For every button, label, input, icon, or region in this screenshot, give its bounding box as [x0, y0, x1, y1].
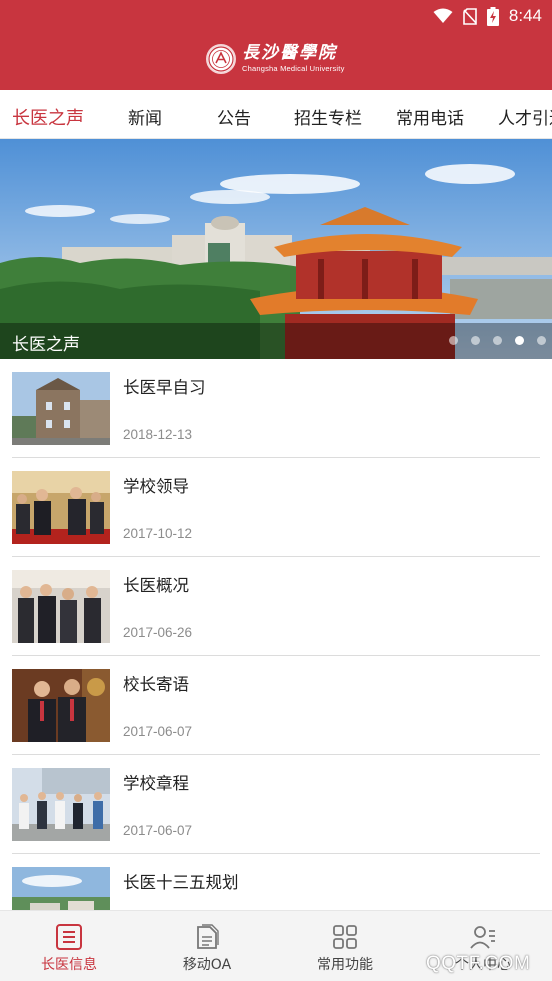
logo-name-en: Changsha Medical University	[242, 64, 345, 74]
news-list-icon	[56, 924, 82, 950]
list-item[interactable]: 校长寄语 2017-06-07	[12, 656, 540, 755]
list-item[interactable]: 长医概况 2017-06-26	[12, 557, 540, 656]
logo-name-cn: 長沙醫學院	[242, 43, 337, 64]
tab-talent-recruitment[interactable]: 人才引进	[498, 104, 552, 129]
thumbnail-image	[12, 570, 110, 643]
news-date: 2017-06-26	[123, 625, 193, 640]
nav-label: 移动OA	[182, 957, 232, 973]
news-title: 长医早自习	[123, 378, 206, 397]
tab-admissions[interactable]: 招生专栏	[294, 104, 362, 129]
thumbnail-image	[12, 669, 110, 742]
document-icon	[197, 924, 219, 949]
status-bar: 8:44	[433, 4, 542, 28]
list-item[interactable]: 长医早自习 2018-12-13	[12, 359, 540, 458]
news-list: 长医早自习 2018-12-13 学校领导 2017-10-12 长医概况 20…	[0, 359, 552, 910]
thumbnail-image	[12, 471, 110, 544]
news-title: 长医概况	[123, 576, 189, 595]
nav-mobile-oa[interactable]: 移动OA	[138, 911, 276, 981]
nav-cmu-info[interactable]: 长医信息	[0, 911, 138, 981]
thumbnail-image	[12, 867, 110, 910]
thumbnail-image	[12, 372, 110, 445]
logo-seal-icon	[206, 44, 236, 74]
carousel-dot[interactable]	[537, 336, 546, 345]
status-time: 8:44	[508, 6, 542, 25]
battery-charging-icon	[486, 6, 499, 26]
news-date: 2017-06-07	[123, 724, 193, 739]
university-logo: 長沙醫學院 Changsha Medical University	[206, 44, 345, 74]
carousel-dot[interactable]	[471, 336, 480, 345]
news-title: 校长寄语	[123, 675, 189, 694]
thumbnail-image	[12, 768, 110, 841]
nav-common-functions[interactable]: 常用功能	[276, 911, 414, 981]
tab-announcements[interactable]: 公告	[217, 104, 251, 129]
news-title: 学校章程	[123, 774, 189, 793]
tab-cmu-voice[interactable]: 长医之声	[12, 104, 84, 130]
news-date: 2017-06-07	[123, 823, 193, 838]
list-item[interactable]: 长医十三五规划	[12, 854, 540, 910]
carousel-dot[interactable]	[449, 336, 458, 345]
tab-news[interactable]: 新闻	[128, 104, 162, 129]
news-title: 长医十三五规划	[123, 873, 239, 892]
list-item[interactable]: 学校章程 2017-06-07	[12, 755, 540, 854]
banner-caption: 长医之声	[12, 335, 80, 355]
list-item[interactable]: 学校领导 2017-10-12	[12, 458, 540, 557]
user-profile-icon	[470, 926, 495, 949]
news-date: 2018-12-13	[123, 427, 193, 442]
grid-icon	[333, 925, 357, 949]
banner-caption-bar: 长医之声	[0, 323, 552, 359]
news-date: 2017-10-12	[123, 526, 193, 541]
nav-label: 常用功能	[317, 957, 373, 973]
tab-phone-directory[interactable]: 常用电话	[396, 104, 464, 129]
carousel-indicator	[449, 336, 546, 345]
wifi-icon	[433, 8, 453, 23]
carousel-dot-active[interactable]	[515, 336, 524, 345]
banner-carousel[interactable]: 长医之声	[0, 139, 552, 359]
no-sim-icon	[463, 7, 477, 25]
carousel-dot[interactable]	[493, 336, 502, 345]
nav-label: 长医信息	[41, 957, 97, 973]
watermark: QQTF.COM	[426, 953, 531, 974]
news-title: 学校领导	[123, 477, 189, 496]
app-header: 8:44 長沙醫學院 Changsha Medical University	[0, 0, 552, 90]
category-tabs: 长医之声 新闻 公告 招生专栏 常用电话 人才引进	[0, 90, 552, 139]
